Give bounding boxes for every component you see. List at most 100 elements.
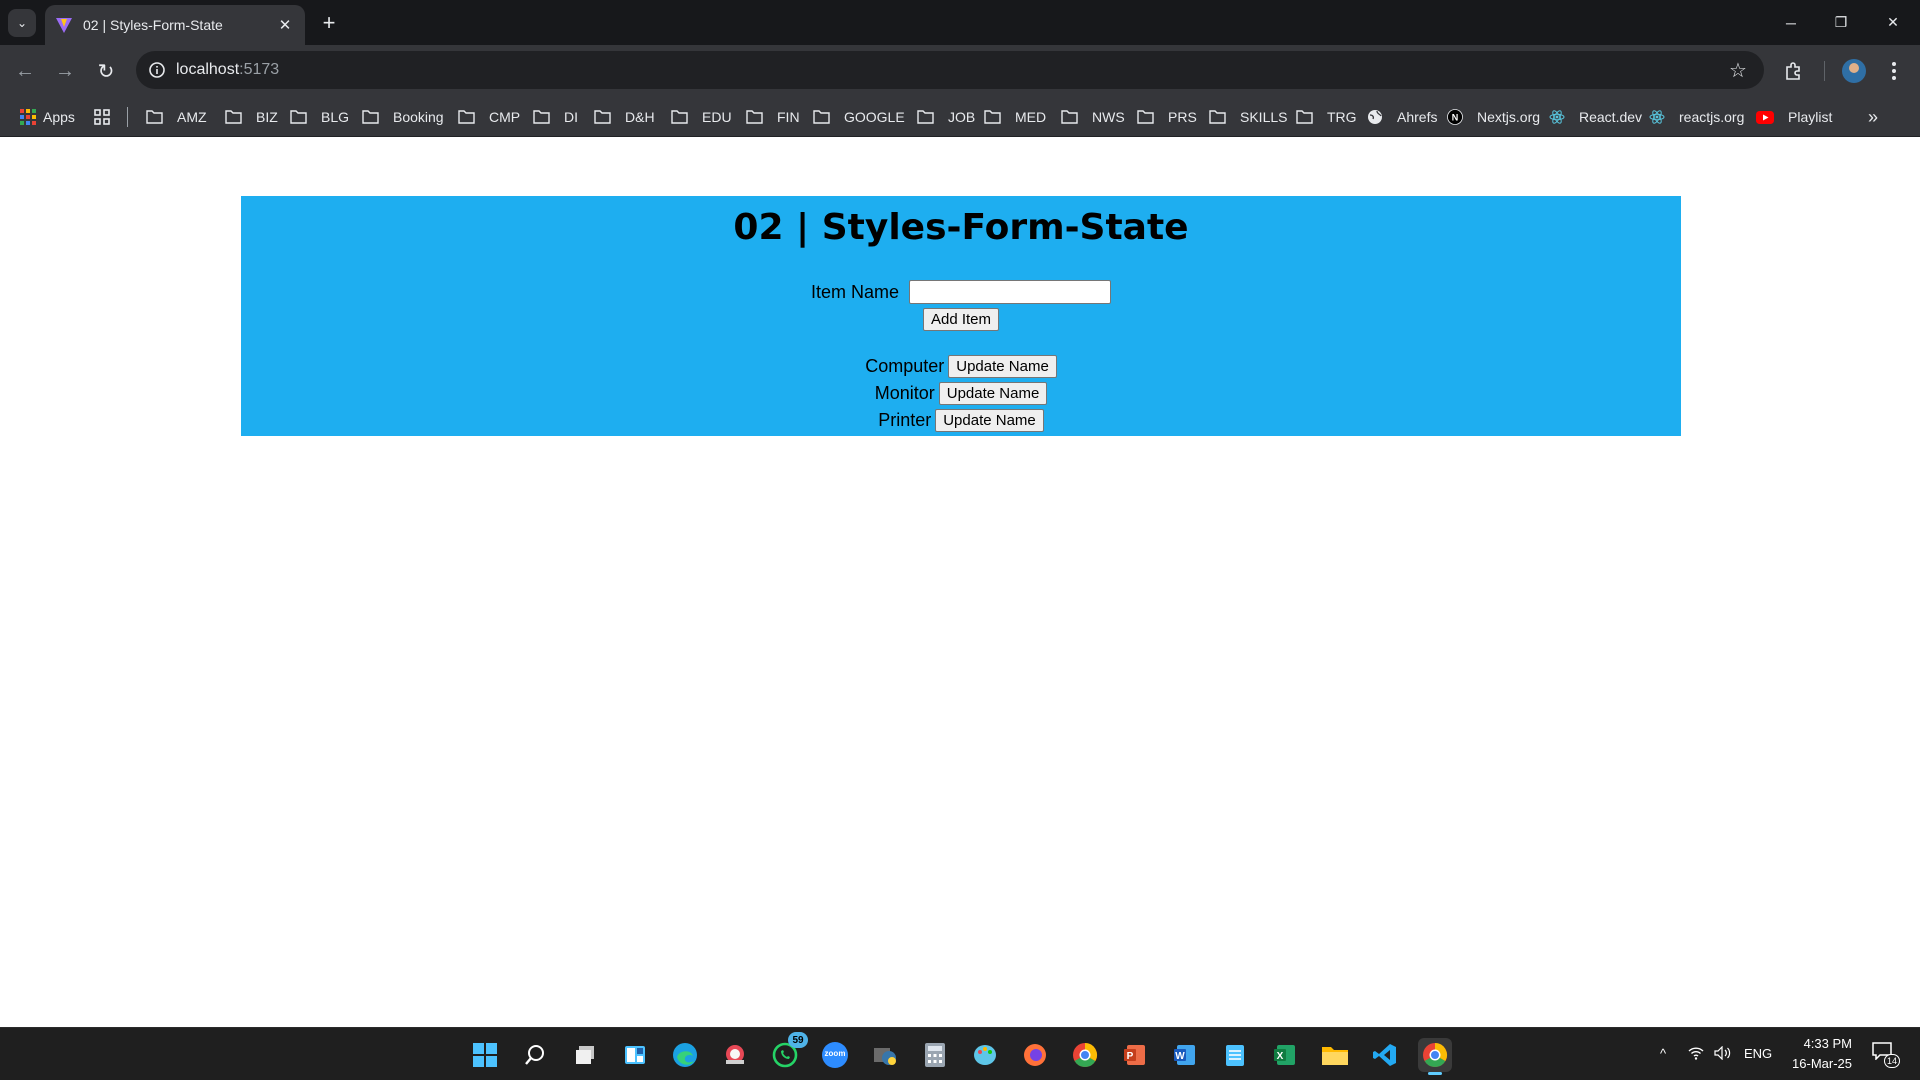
- language-indicator[interactable]: ENG: [1744, 1046, 1772, 1061]
- python-installer-icon[interactable]: [868, 1038, 902, 1072]
- bookmark-item[interactable]: reactjs.org: [1649, 105, 1744, 129]
- windows-start-icon[interactable]: [468, 1038, 502, 1072]
- chrome-active-icon[interactable]: [1418, 1038, 1452, 1075]
- folder-icon: [290, 110, 314, 124]
- folder-icon: [146, 110, 170, 124]
- bookmark-label: NWS: [1092, 109, 1125, 125]
- vscode-icon[interactable]: [1368, 1038, 1402, 1072]
- bookmark-item[interactable]: AMZ: [146, 105, 207, 129]
- volume-icon[interactable]: [1714, 1045, 1732, 1063]
- item-name-input[interactable]: [909, 280, 1112, 304]
- notepad-icon[interactable]: [1218, 1038, 1252, 1072]
- page-viewport: 02 | Styles-Form-State Item Name Add Ite…: [0, 137, 1920, 1027]
- tab-groups-icon[interactable]: [94, 105, 117, 129]
- bookmark-item[interactable]: NWS: [1061, 105, 1125, 129]
- browser-window: ⌄ 02 | Styles-Form-State ✕ + ─ ❐ ✕ ← → ↻…: [0, 0, 1920, 1080]
- bookmark-item[interactable]: JOB: [917, 105, 975, 129]
- widgets-icon[interactable]: [618, 1038, 652, 1072]
- update-name-button[interactable]: Update Name: [935, 409, 1044, 432]
- folder-icon: [984, 110, 1008, 124]
- tab-search-button[interactable]: ⌄: [8, 9, 36, 37]
- edge-icon[interactable]: [668, 1038, 702, 1072]
- bookmark-star-icon[interactable]: ☆: [1726, 58, 1750, 82]
- notification-count: 14: [1884, 1054, 1900, 1068]
- svg-text:N: N: [1452, 113, 1459, 123]
- notification-center-icon[interactable]: 14: [1872, 1042, 1900, 1068]
- whatsapp-icon[interactable]: 59: [768, 1032, 808, 1072]
- restore-button[interactable]: ❐: [1818, 0, 1864, 45]
- bookmark-item[interactable]: SKILLS: [1209, 105, 1287, 129]
- excel-icon[interactable]: X: [1268, 1038, 1302, 1072]
- profile-avatar[interactable]: [1842, 59, 1866, 83]
- arrow-left-icon: ←: [15, 59, 35, 82]
- bookmark-label: BLG: [321, 109, 350, 125]
- bookmark-label: AMZ: [177, 109, 207, 125]
- bookmark-item[interactable]: EDU: [671, 105, 732, 129]
- bookmark-label: GOOGLE: [844, 109, 905, 125]
- bookmark-item[interactable]: Ahrefs: [1367, 105, 1437, 129]
- bookmark-item[interactable]: Booking: [362, 105, 444, 129]
- bookmark-item[interactable]: DI: [533, 105, 578, 129]
- chrome-icon[interactable]: [1068, 1038, 1102, 1072]
- bookmark-apps[interactable]: Apps: [20, 105, 75, 129]
- tab-title: 02 | Styles-Form-State: [83, 17, 223, 33]
- bookmark-label: TRG: [1327, 109, 1357, 125]
- update-name-button[interactable]: Update Name: [948, 355, 1057, 378]
- firefox-icon[interactable]: [1018, 1038, 1052, 1072]
- bookmark-label: Apps: [43, 109, 75, 125]
- bookmark-label: BIZ: [256, 109, 278, 125]
- bookmark-item[interactable]: CMP: [458, 105, 520, 129]
- bookmark-label: MED: [1015, 109, 1047, 125]
- url-text: localhost:5173: [176, 61, 279, 79]
- folder-icon: [594, 110, 618, 124]
- minimize-button[interactable]: ─: [1768, 0, 1814, 45]
- extensions-icon[interactable]: [1780, 57, 1808, 85]
- calculator-icon[interactable]: [918, 1038, 952, 1072]
- tab-close-icon[interactable]: ✕: [275, 15, 295, 35]
- zoom-icon[interactable]: zoom: [818, 1038, 852, 1072]
- bookmark-item[interactable]: BIZ: [225, 105, 278, 129]
- system-clock[interactable]: 4:33 PM 16-Mar-25: [1772, 1034, 1852, 1074]
- update-name-button[interactable]: Update Name: [938, 382, 1048, 405]
- menu-kebab-icon[interactable]: [1880, 57, 1908, 85]
- react-icon: [1549, 109, 1572, 125]
- bookmark-label: Booking: [393, 109, 444, 125]
- clock-time: 4:33 PM: [1803, 1036, 1852, 1051]
- bookmark-item[interactable]: React.dev: [1549, 105, 1642, 129]
- snipping-tool-icon[interactable]: [718, 1038, 752, 1072]
- paint-icon[interactable]: [968, 1038, 1002, 1072]
- back-button[interactable]: ←: [11, 57, 39, 85]
- window-close-button[interactable]: ✕: [1870, 0, 1916, 45]
- search-icon[interactable]: [518, 1038, 552, 1072]
- bookmark-label: Playlist: [1788, 109, 1833, 125]
- bookmark-item[interactable]: MED: [984, 105, 1046, 129]
- bookmark-item[interactable]: Playlist: [1756, 105, 1832, 129]
- new-tab-button[interactable]: +: [316, 10, 342, 36]
- bookmark-item[interactable]: TRG: [1296, 105, 1357, 129]
- tray-overflow-chevron-icon[interactable]: ^: [1660, 1046, 1666, 1061]
- bookmark-item[interactable]: BLG: [290, 105, 349, 129]
- bookmarks-overflow-icon[interactable]: »: [1868, 107, 1878, 128]
- bookmark-item[interactable]: GOOGLE: [813, 105, 905, 129]
- list-item: Monitor Update Name: [241, 380, 1681, 407]
- bookmark-label: Ahrefs: [1397, 109, 1438, 125]
- zoom-label: zoom: [824, 1049, 846, 1058]
- toolbar-divider: [1824, 61, 1825, 81]
- address-bar[interactable]: localhost:5173 ☆: [136, 51, 1764, 89]
- file-explorer-icon[interactable]: [1318, 1038, 1352, 1072]
- forward-button[interactable]: →: [51, 57, 79, 85]
- bookmark-item[interactable]: FIN: [746, 105, 800, 129]
- svg-text:W: W: [1175, 1051, 1185, 1062]
- bookmark-item[interactable]: PRS: [1137, 105, 1197, 129]
- bookmark-item[interactable]: N Nextjs.org: [1447, 105, 1540, 129]
- powerpoint-icon[interactable]: P: [1118, 1038, 1152, 1072]
- bookmark-item[interactable]: D&H: [594, 105, 655, 129]
- active-tab[interactable]: 02 | Styles-Form-State ✕: [45, 5, 305, 45]
- apps-grid-icon: [20, 109, 36, 125]
- wifi-icon[interactable]: [1688, 1046, 1704, 1063]
- word-icon[interactable]: W: [1168, 1038, 1202, 1072]
- reload-button[interactable]: ↻: [92, 57, 120, 85]
- task-view-icon[interactable]: [568, 1038, 602, 1072]
- add-item-button[interactable]: Add Item: [922, 308, 1000, 331]
- site-info-icon[interactable]: [146, 59, 168, 81]
